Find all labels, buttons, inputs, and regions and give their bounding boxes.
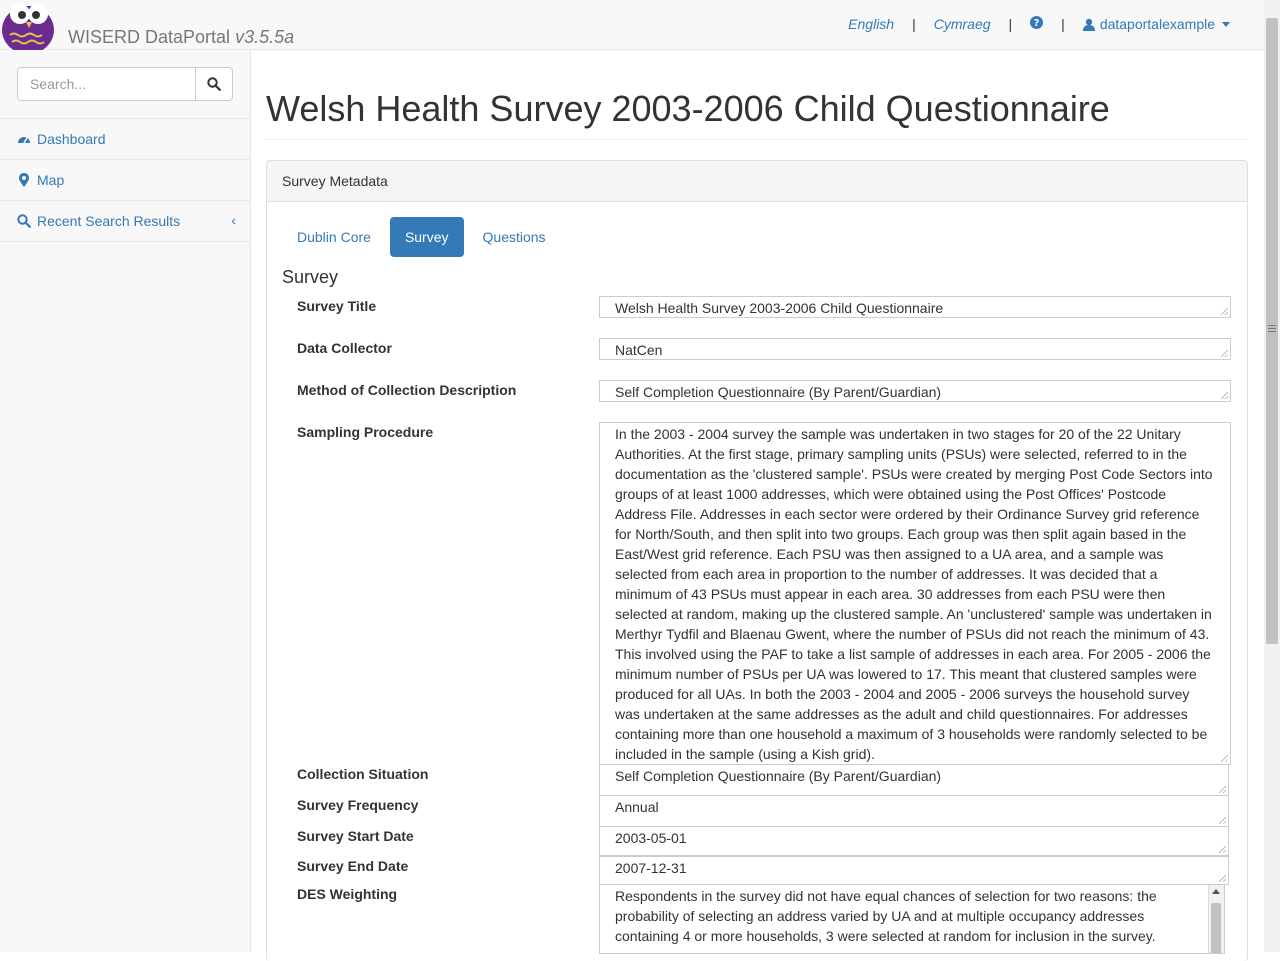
search-icon xyxy=(207,77,221,91)
field-value: 2007-12-31 xyxy=(615,860,687,876)
top-navbar: WISERD DataPortal v3.5.5a English | Cymr… xyxy=(0,0,1264,50)
field-scrollbar[interactable] xyxy=(1208,885,1224,953)
field-value: Welsh Health Survey 2003-2006 Child Ques… xyxy=(615,300,944,316)
scroll-grip-icon xyxy=(1268,325,1276,334)
scroll-up-arrow-icon[interactable] xyxy=(1212,889,1220,894)
search-input[interactable] xyxy=(17,67,195,101)
data-collector-label: Data Collector xyxy=(297,340,392,356)
lang-english-link[interactable]: English xyxy=(848,16,894,32)
brand[interactable]: WISERD DataPortal v3.5.5a xyxy=(68,27,294,48)
map-marker-icon xyxy=(17,173,31,187)
username: dataportalexample xyxy=(1099,16,1215,32)
brand-version: v3.5.5a xyxy=(235,27,295,47)
method-field[interactable]: Self Completion Questionnaire (By Parent… xyxy=(599,380,1231,402)
title-divider xyxy=(266,139,1248,140)
field-value: NatCen xyxy=(615,342,663,358)
survey-start-date-field[interactable]: 2003-05-01 xyxy=(599,826,1229,856)
method-label: Method of Collection Description xyxy=(297,382,517,398)
lang-welsh-link[interactable]: Cymraeg xyxy=(934,16,991,32)
sampling-procedure-label: Sampling Procedure xyxy=(297,424,434,440)
resize-grip-icon[interactable] xyxy=(1221,308,1228,315)
tab-dublin-core[interactable]: Dublin Core xyxy=(282,217,386,257)
survey-start-date-label: Survey Start Date xyxy=(297,828,414,844)
chevron-left-icon[interactable]: ‹ xyxy=(231,212,236,228)
collection-situation-field[interactable]: Self Completion Questionnaire (By Parent… xyxy=(599,764,1229,796)
collection-situation-label: Collection Situation xyxy=(297,766,429,782)
caret-down-icon xyxy=(1222,21,1230,27)
sampling-procedure-field[interactable]: In the 2003 - 2004 survey the sample was… xyxy=(599,422,1231,765)
svg-text:?: ? xyxy=(1034,18,1039,29)
field-value: Annual xyxy=(615,799,659,815)
panel-heading: Survey Metadata xyxy=(267,161,1247,202)
field-value: Self Completion Questionnaire (By Parent… xyxy=(615,768,942,784)
resize-grip-icon[interactable] xyxy=(1221,755,1228,762)
resize-grip-icon[interactable] xyxy=(1221,392,1228,399)
owl-logo-icon[interactable] xyxy=(0,0,58,50)
survey-end-date-label: Survey End Date xyxy=(297,858,409,874)
tab-survey[interactable]: Survey xyxy=(389,217,464,257)
resize-grip-icon[interactable] xyxy=(1219,817,1226,824)
sidebar-item-map[interactable]: Map xyxy=(0,159,250,200)
resize-grip-icon[interactable] xyxy=(1221,350,1228,357)
sidebar-item-label: Recent Search Results xyxy=(37,213,181,229)
resize-grip-icon[interactable] xyxy=(1219,875,1226,882)
metadata-tabs: Dublin Core Survey Questions xyxy=(282,217,561,257)
resize-grip-icon[interactable] xyxy=(1219,846,1226,853)
survey-frequency-field[interactable]: Annual xyxy=(599,795,1229,827)
tab-questions[interactable]: Questions xyxy=(468,217,561,257)
sidebar-item-label: Dashboard xyxy=(37,131,106,147)
des-weighting-label: DES Weighting xyxy=(297,886,398,902)
page-scrollbar[interactable] xyxy=(1264,0,1280,952)
section-title: Survey xyxy=(282,267,339,287)
brand-name: WISERD DataPortal xyxy=(68,27,231,47)
des-weighting-field[interactable]: Respondents in the survey did not have e… xyxy=(599,884,1225,954)
sidebar-item-label: Map xyxy=(37,172,65,188)
survey-title-label: Survey Title xyxy=(297,298,377,314)
user-icon xyxy=(1082,18,1095,31)
sidebar-item-recent-search[interactable]: Recent Search Results ‹ xyxy=(0,200,250,242)
field-value: Self Completion Questionnaire (By Parent… xyxy=(615,384,942,400)
help-link[interactable]: ? xyxy=(1030,16,1044,32)
nav-separator: | xyxy=(912,16,916,32)
data-collector-field[interactable]: NatCen xyxy=(599,338,1231,360)
sidebar-search xyxy=(17,67,233,101)
resize-grip-icon[interactable] xyxy=(1219,786,1226,793)
user-menu[interactable]: dataportalexample xyxy=(1082,16,1230,32)
search-icon xyxy=(17,214,31,228)
field-value: In the 2003 - 2004 survey the sample was… xyxy=(615,426,1213,762)
scroll-thumb[interactable] xyxy=(1211,903,1221,953)
page-title: Welsh Health Survey 2003-2006 Child Ques… xyxy=(266,88,1110,129)
field-value: Respondents in the survey did not have e… xyxy=(615,888,1157,944)
sidebar-item-dashboard[interactable]: Dashboard xyxy=(0,118,250,159)
survey-frequency-label: Survey Frequency xyxy=(297,797,419,813)
dashboard-icon xyxy=(17,132,31,146)
nav-separator: | xyxy=(1008,16,1013,32)
question-circle-icon: ? xyxy=(1030,16,1044,29)
search-button[interactable] xyxy=(195,67,233,101)
survey-title-field[interactable]: Welsh Health Survey 2003-2006 Child Ques… xyxy=(599,296,1231,318)
navbar-right: English | Cymraeg | ? | dataportalexampl… xyxy=(848,16,1230,32)
survey-end-date-field[interactable]: 2007-12-31 xyxy=(599,856,1229,885)
nav-separator: | xyxy=(1061,16,1065,32)
sidebar: Dashboard Map Recent Search Results ‹ xyxy=(0,50,251,952)
field-value: 2003-05-01 xyxy=(615,830,687,846)
